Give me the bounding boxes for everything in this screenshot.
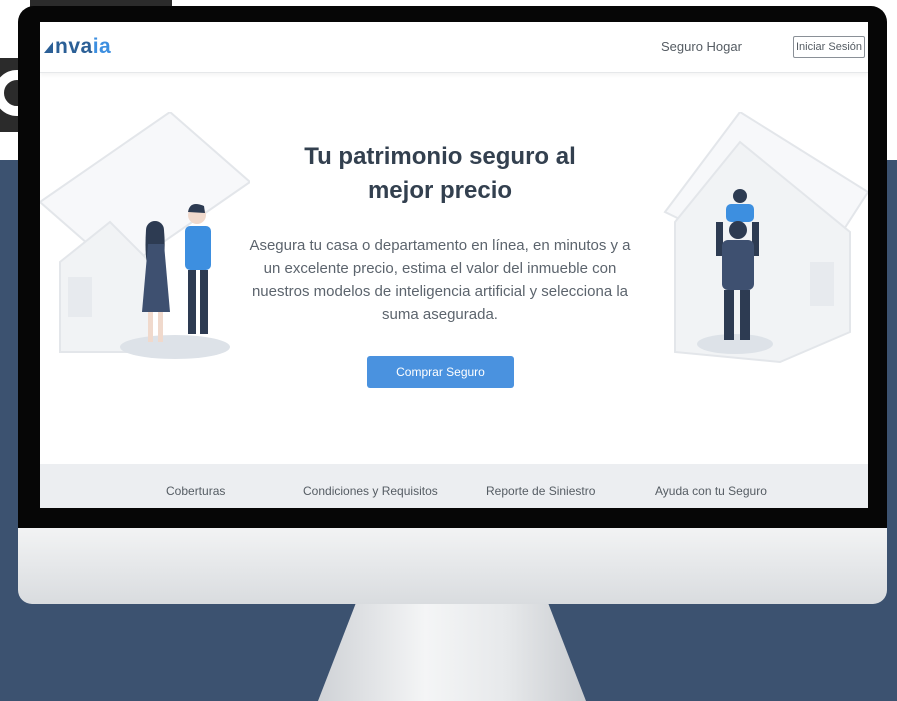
- footer-link-ayuda[interactable]: Ayuda con tu Seguro: [655, 484, 767, 498]
- monitor-chin: [18, 528, 887, 604]
- monitor-stand: [318, 604, 586, 701]
- family-shadow: [697, 334, 773, 354]
- hero-title-line2: mejor precio: [367, 177, 513, 204]
- child-head: [733, 189, 747, 203]
- footer-nav: Coberturas Condiciones y Requisitos Repo…: [40, 464, 868, 508]
- couple-shadow: [120, 335, 230, 359]
- footer-link-coberturas[interactable]: Coberturas: [166, 484, 225, 498]
- footer-link-condiciones[interactable]: Condiciones y Requisitos: [303, 484, 438, 498]
- login-button[interactable]: Iniciar Sesión: [793, 36, 865, 58]
- monitor-screen: nva ia Seguro Hogar Iniciar Sesión Tu pa…: [40, 22, 868, 508]
- house-window-right: [810, 262, 834, 306]
- logo-text-main: nva: [55, 35, 93, 58]
- woman-leg-b: [158, 312, 163, 342]
- woman-leg-a: [148, 312, 153, 342]
- brand-logo[interactable]: nva ia: [44, 35, 111, 59]
- father-head: [729, 221, 747, 239]
- nav-link-seguro-hogar[interactable]: Seguro Hogar: [661, 39, 742, 54]
- father-leg-b: [740, 290, 750, 340]
- footer-link-siniestro[interactable]: Reporte de Siniestro: [486, 484, 595, 498]
- father-leg-a: [724, 290, 734, 340]
- house-family-illustration: [663, 112, 868, 364]
- man-leg-a: [188, 270, 196, 334]
- logo-text-accent: ia: [92, 35, 112, 58]
- house-window-left: [68, 277, 92, 317]
- top-navbar: nva ia Seguro Hogar Iniciar Sesión: [40, 22, 868, 73]
- house-couple-illustration: [40, 112, 250, 359]
- house-roof-left: [40, 112, 250, 274]
- hero-subtitle: Asegura tu casa o departamento en línea,…: [249, 237, 631, 323]
- child-body: [726, 204, 754, 222]
- hero-title-line1: Tu patrimonio seguro al: [304, 143, 576, 170]
- father-torso: [722, 240, 754, 290]
- man-leg-b: [200, 270, 208, 334]
- father-arm-a: [716, 222, 723, 256]
- buy-insurance-button[interactable]: Comprar Seguro: [367, 356, 514, 388]
- house-mark-icon: [44, 41, 53, 53]
- hero-title: Tu patrimonio seguro al mejor precio: [280, 140, 600, 208]
- man-shirt: [185, 226, 211, 270]
